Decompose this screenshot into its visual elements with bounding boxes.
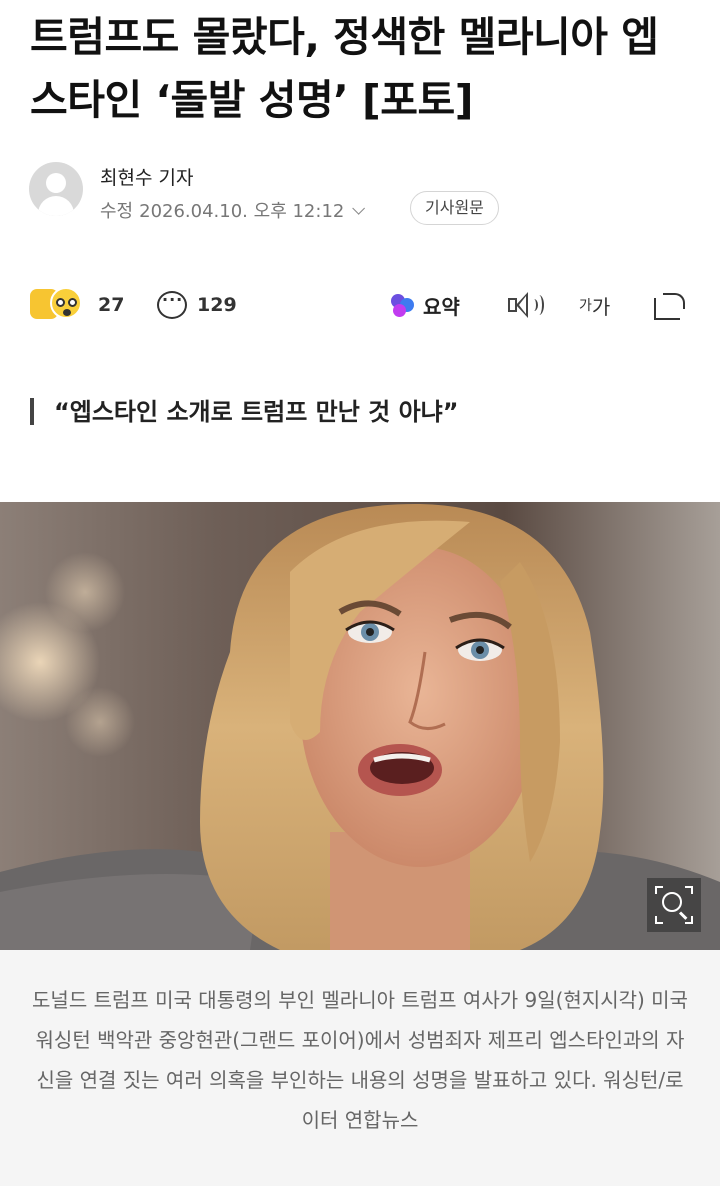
reaction-count: 27 (98, 294, 125, 316)
article-headline: 트럼프도 몰랐다, 정색한 멜라니아 엡스타인 ‘돌발 성명’ [포토] (30, 13, 659, 124)
font-size-button[interactable]: 가 가 (579, 283, 610, 327)
photo-portrait (0, 502, 720, 950)
subtitle-bar (30, 398, 34, 425)
avatar-placeholder-icon[interactable] (29, 162, 83, 216)
reaction-button[interactable]: 27 (30, 283, 124, 327)
share-button[interactable] (654, 283, 686, 327)
article-photo[interactable] (0, 502, 720, 950)
summary-button[interactable]: 요약 (389, 283, 460, 327)
original-article-button[interactable]: 기사원문 (410, 191, 499, 225)
action-bar: 27 129 요약 가 가 (30, 283, 690, 327)
photo-caption: 도널드 트럼프 미국 대통령의 부인 멜라니아 트럼프 여사가 9일(현지시각)… (0, 950, 720, 1186)
modified-meta[interactable]: 수정 2026.04.10. 오후 12:12 (100, 197, 366, 223)
reaction-emoji-icon (30, 285, 92, 325)
summary-label: 요약 (423, 294, 460, 319)
font-size-large-glyph: 가 (591, 294, 611, 319)
font-size-small-glyph: 가 (579, 298, 592, 314)
comment-button[interactable]: 129 (157, 283, 237, 327)
photo-zoom-button[interactable] (647, 878, 701, 932)
ai-summary-icon (389, 292, 415, 318)
avatar-body (38, 196, 74, 216)
tts-button[interactable] (508, 283, 544, 327)
comment-count: 129 (197, 294, 237, 316)
avatar-head (46, 173, 66, 193)
comment-bubble-icon (157, 290, 187, 319)
modified-datetime: 2026.04.10. 오후 12:12 (139, 201, 345, 222)
share-icon (654, 290, 686, 320)
byline: 최현수 기자 수정 2026.04.10. 오후 12:12 기사원문 (29, 162, 689, 225)
reporter-name[interactable]: 최현수 기자 (100, 163, 193, 190)
article-subtitle: “엡스타인 소개로 트럼프 만난 것 아냐” (54, 398, 459, 426)
photo-zoom-icon (662, 892, 682, 912)
chevron-down-icon[interactable] (352, 201, 366, 215)
speaker-icon (508, 290, 544, 320)
modified-label: 수정 (100, 201, 134, 222)
